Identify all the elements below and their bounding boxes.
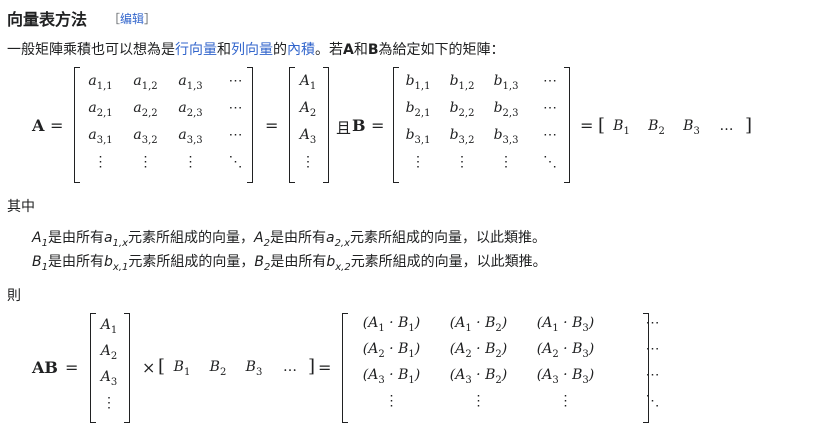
matrix-a-cell: a1,3 xyxy=(178,73,203,92)
result-cell: (A2 · B2) xyxy=(449,341,508,360)
intro-paragraph: 一般矩陣乘積也可以想為是行向量和列向量的內積。若A和B為給定如下的矩陣： xyxy=(7,39,505,59)
col-vector-right-bracket xyxy=(124,313,130,423)
row-b-cell: B2 xyxy=(648,118,665,137)
edit-link[interactable]: 编辑 xyxy=(120,12,144,26)
intro-of: 的 xyxy=(273,42,287,58)
matrix-a-cell: a2,2 xyxy=(133,100,158,119)
eq1-lhs-b: B xyxy=(352,116,366,135)
result-right-bracket xyxy=(643,313,649,423)
matrix-b-cell: b2,1 xyxy=(405,100,431,119)
matrix-a-right-bracket xyxy=(247,67,253,183)
eq1-lhs-a: A xyxy=(32,116,45,135)
eq2-equals-1: = xyxy=(65,358,79,377)
eq1-equals-3: = xyxy=(371,116,385,135)
result-cell: ⋮ xyxy=(471,393,486,409)
eq1-equals-2: = xyxy=(265,116,279,135)
matrix-b-cell: b2,2 xyxy=(449,100,475,119)
result-cell: (A3 · B1) xyxy=(362,367,421,386)
column-a-cell: ⋮ xyxy=(301,154,315,170)
col-vector-cell: A3 xyxy=(100,369,118,388)
row-b-cell: … xyxy=(719,118,734,134)
matrix-a-cell: ⋮ xyxy=(93,154,108,170)
row-b-cell: B3 xyxy=(683,118,700,137)
matrix-b-cell: b1,1 xyxy=(405,73,431,92)
result-cell: ⋯ xyxy=(645,341,660,357)
matrix-b-cell: ⋮ xyxy=(411,154,425,170)
intro-matrix-b: B xyxy=(367,42,379,58)
intro-text-2: 。若 xyxy=(315,42,343,58)
column-vector-link[interactable]: 列向量 xyxy=(231,42,273,58)
result-cell: ⋮ xyxy=(384,393,399,409)
matrix-b-cell: b3,3 xyxy=(493,127,519,146)
edit-bracket-open: ［ xyxy=(108,12,121,26)
col-vector-cell: A1 xyxy=(100,317,118,336)
row-vector-cell: B2 xyxy=(209,359,227,378)
matrix-b-cell: b3,1 xyxy=(405,127,431,146)
eq2-lhs: AB xyxy=(32,358,58,377)
eq1-equals-4: = xyxy=(580,116,594,135)
intro-he: 和 xyxy=(353,42,368,58)
result-cell: (A3 · B2) xyxy=(449,367,508,386)
matrix-b-cell: b2,3 xyxy=(493,100,519,119)
row-vector-cell: B3 xyxy=(245,359,263,378)
where-label: 其中 xyxy=(7,199,35,215)
row-b-right-bracket: ] xyxy=(745,115,753,136)
then-label: 則 xyxy=(7,288,21,304)
matrix-a-cell: a1,1 xyxy=(88,73,113,92)
result-cell: (A2 · B3) xyxy=(536,341,595,360)
inner-product-link[interactable]: 內積 xyxy=(287,42,315,58)
matrix-b-cell: ⋮ xyxy=(499,154,513,170)
result-cell: (A1 · B2) xyxy=(449,315,508,334)
result-cell: ⋱ xyxy=(645,393,660,409)
result-cell: ⋮ xyxy=(558,393,573,409)
note-line: A1是由所有a1,x元素所組成的向量，A2是由所有a2,x元素所組成的向量，以此… xyxy=(32,230,547,249)
result-cell: ⋯ xyxy=(645,315,660,331)
result-cell: (A1 · B1) xyxy=(362,315,421,334)
edit-section: ［编辑］ xyxy=(108,10,156,27)
col-vector-cell: ⋮ xyxy=(102,395,116,411)
result-cell: (A3 · B3) xyxy=(536,367,595,386)
matrix-a-cell: a2,1 xyxy=(88,100,113,119)
column-a-cell: A2 xyxy=(299,100,317,119)
column-a-cell: A1 xyxy=(299,73,317,92)
edit-bracket-close: ］ xyxy=(144,12,157,26)
note-line: B1是由所有bx,1元素所組成的向量，B2是由所有bx,2元素所組成的向量，以此… xyxy=(32,254,547,273)
column-a-cell: A3 xyxy=(299,127,317,146)
eq2-equals-2: = xyxy=(318,358,332,377)
matrix-b-cell: ⋮ xyxy=(455,154,469,170)
matrix-b-right-bracket xyxy=(564,67,570,183)
eq2-times: × xyxy=(142,358,156,377)
matrix-a-cell: a2,3 xyxy=(178,100,203,119)
eq1-and-text: 且 xyxy=(336,119,352,137)
row-vector-link[interactable]: 行向量 xyxy=(175,42,217,58)
intro-text-1: 一般矩陣乘積也可以想為是 xyxy=(7,42,175,58)
result-cell: ⋯ xyxy=(645,367,660,383)
row-vector-cell: … xyxy=(283,359,297,375)
matrix-a-cell: ⋮ xyxy=(138,154,153,170)
matrix-a-cell: a3,2 xyxy=(133,127,158,146)
result-cell: (A2 · B1) xyxy=(362,341,421,360)
matrix-b-cell: b3,2 xyxy=(449,127,475,146)
matrix-a-cell: a3,3 xyxy=(178,127,203,146)
intro-and: 和 xyxy=(217,42,231,58)
matrix-a-cell: ⋮ xyxy=(183,154,198,170)
row-vector-right-bracket: ] xyxy=(308,356,316,377)
result-cell: (A1 · B3) xyxy=(536,315,595,334)
section-heading: 向量表方法 xyxy=(7,10,88,29)
matrix-b-cell: b1,3 xyxy=(493,73,519,92)
row-vector-cell: B1 xyxy=(173,359,191,378)
matrix-a-cell: a3,1 xyxy=(88,127,113,146)
matrix-a-cell: a1,2 xyxy=(133,73,158,92)
eq1-equals-1: = xyxy=(50,116,64,135)
matrix-b-cell: b1,2 xyxy=(449,73,475,92)
col-vector-cell: A2 xyxy=(100,343,118,362)
row-b-cell: B1 xyxy=(613,118,630,137)
column-a-right-bracket xyxy=(323,67,329,183)
intro-text-3: 為給定如下的矩陣： xyxy=(378,42,505,58)
intro-matrix-a: A xyxy=(343,42,354,58)
